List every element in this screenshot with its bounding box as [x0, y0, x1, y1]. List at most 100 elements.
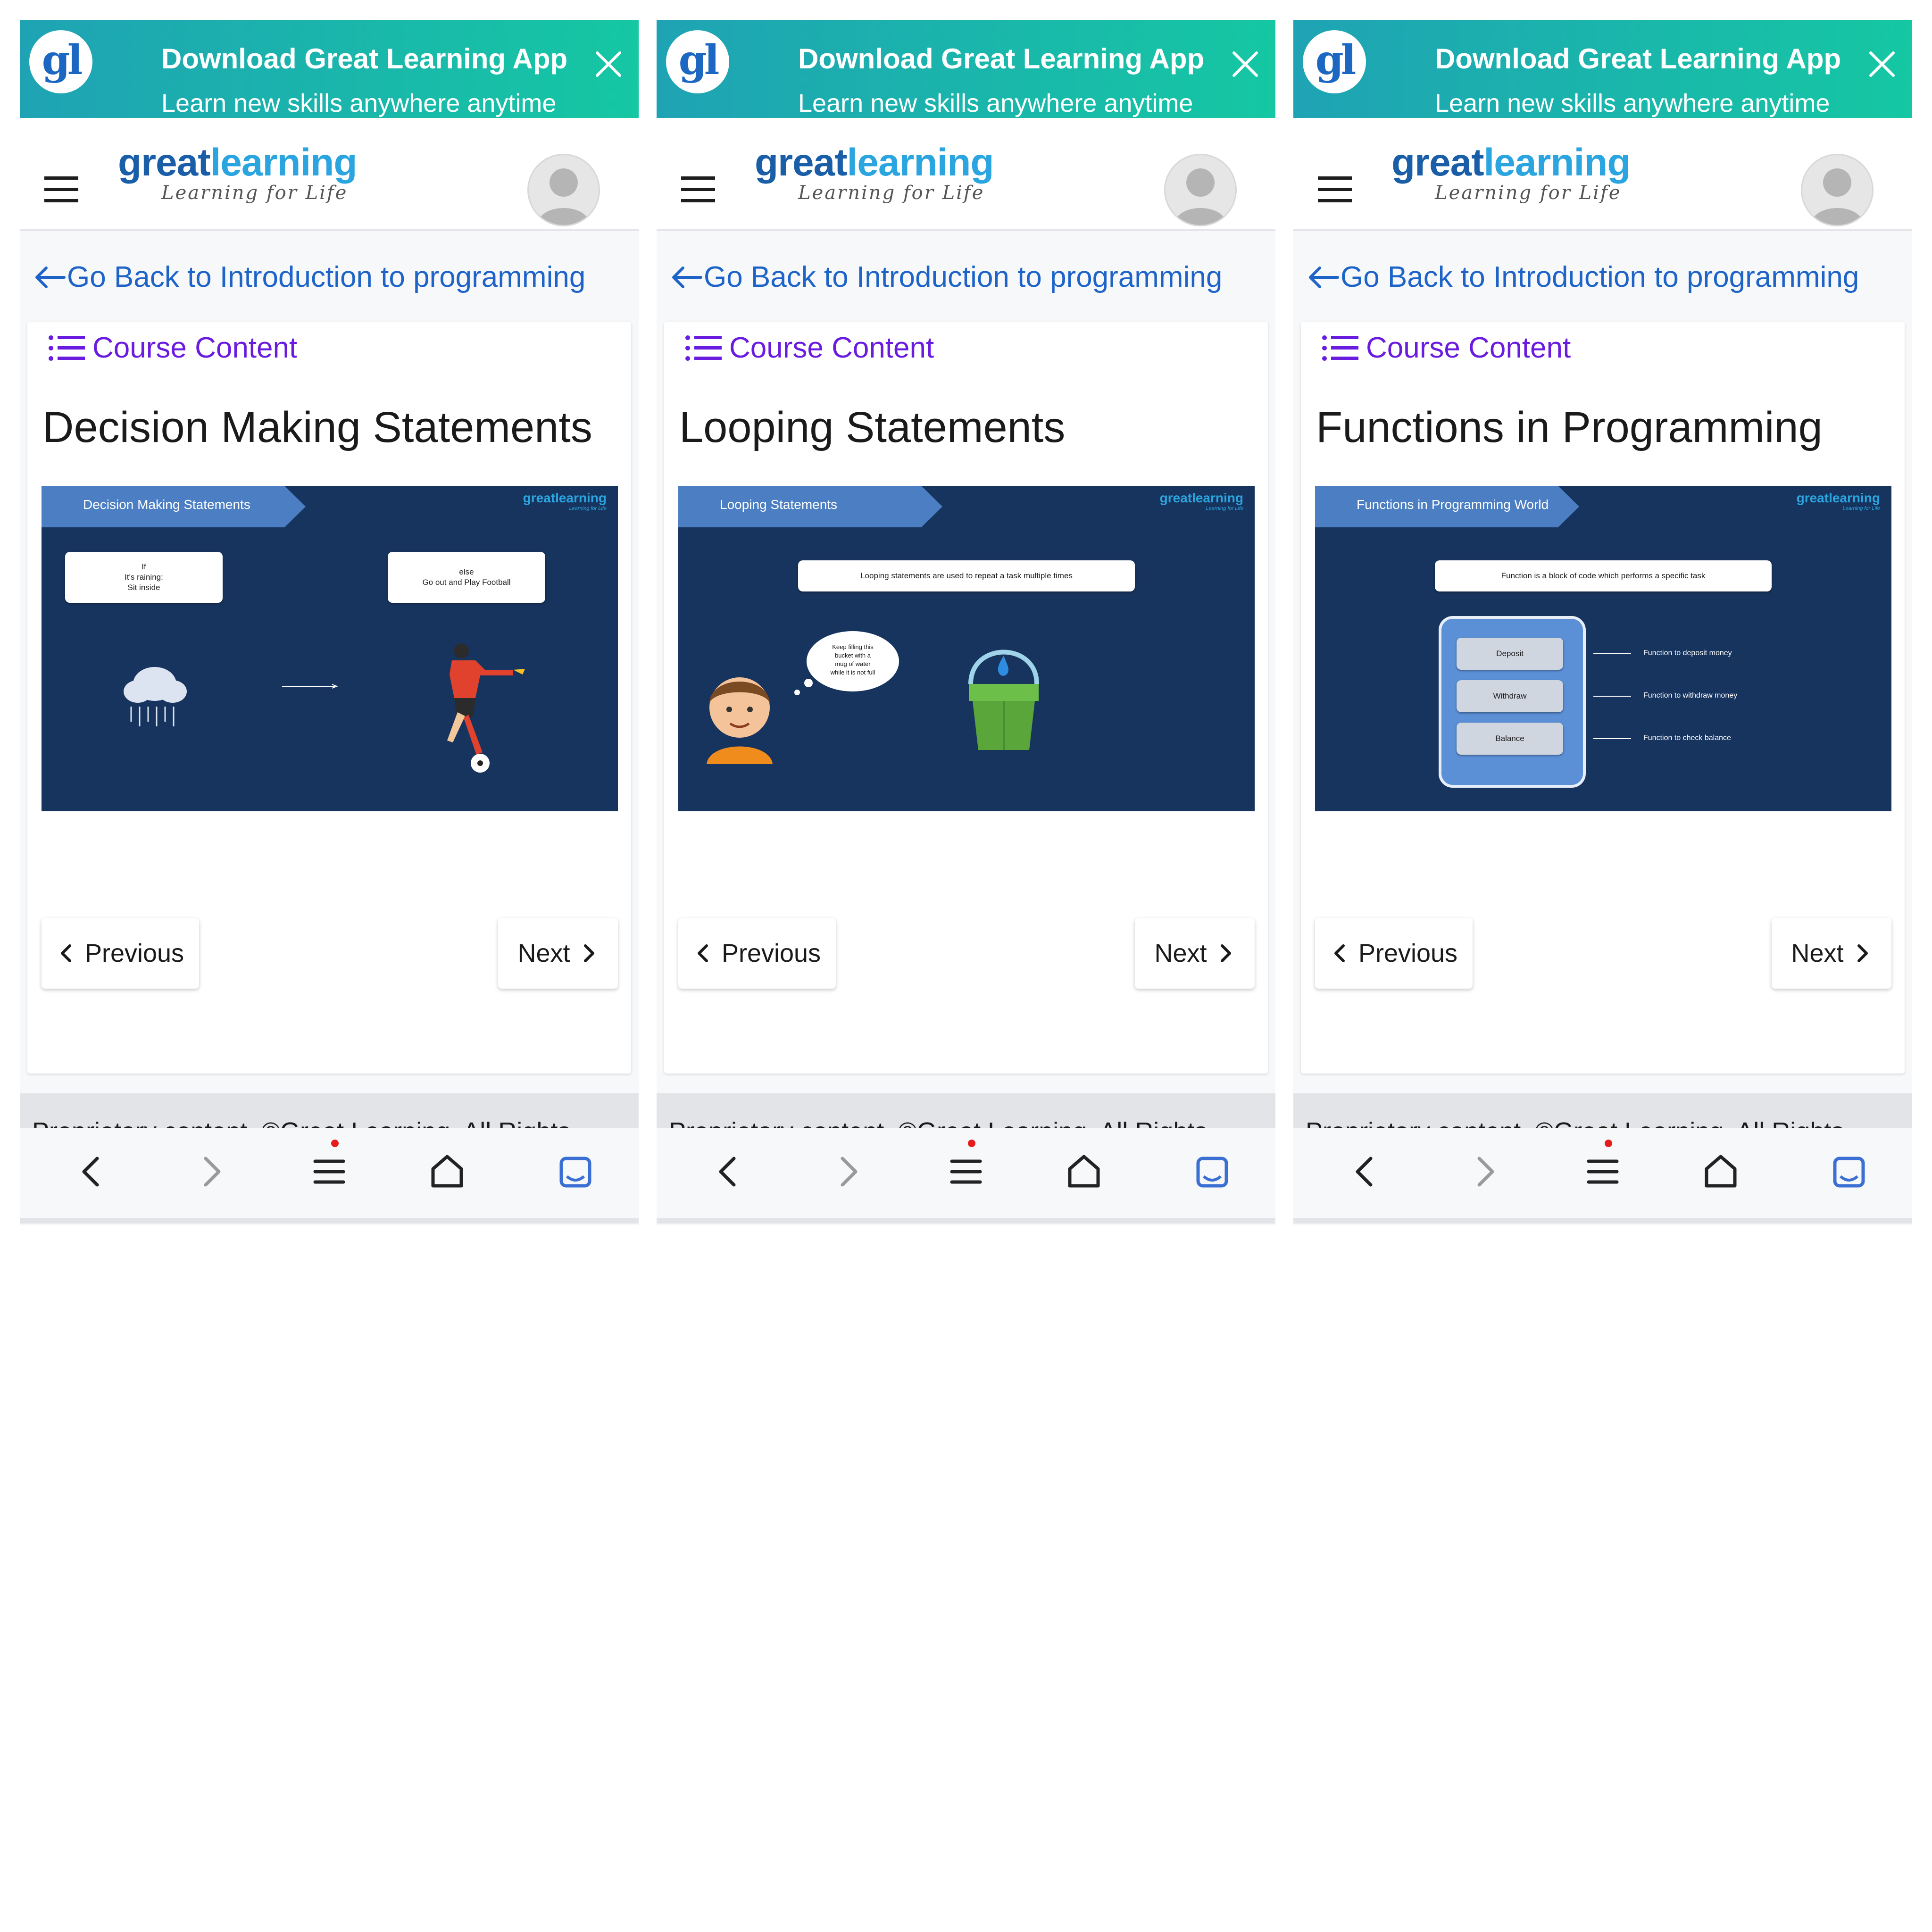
arrow-right-icon — [282, 684, 338, 689]
chevron-right-icon — [1857, 944, 1868, 962]
browser-toolbar — [657, 1128, 1275, 1224]
lesson-video-slide[interactable]: Functions in Programming World greatlear… — [1315, 486, 1891, 811]
course-content-link[interactable]: Course Content — [48, 331, 297, 365]
tabs-icon[interactable] — [1826, 1149, 1872, 1194]
lesson-video-slide[interactable]: Decision Making Statements greatlearning… — [42, 486, 618, 811]
site-header: greatlearning Learning for Life — [20, 118, 639, 231]
caption-box: Function is a block of code which perfor… — [1435, 560, 1772, 591]
chevron-right-icon — [583, 944, 594, 962]
notification-dot — [1605, 1140, 1612, 1147]
chevron-left-icon — [697, 944, 708, 962]
back-link-label: Go Back to Introduction to programming — [704, 261, 1223, 293]
back-link-label: Go Back to Introduction to programming — [1341, 261, 1859, 293]
slide-tab-text: Functions in Programming World — [1357, 497, 1549, 512]
browser-back-icon[interactable] — [707, 1149, 752, 1194]
slide-brand: greatlearning Learning for Life — [1796, 491, 1880, 511]
site-header: greatlearning Learning for Life — [657, 118, 1275, 231]
logo-learning: learning — [210, 141, 358, 184]
gl-app-logo: gl — [29, 30, 92, 93]
balance-description: Function to check balance — [1643, 734, 1731, 742]
phone-screen-1: gl Download Great Learning App Learn new… — [20, 20, 639, 1225]
browser-back-icon[interactable] — [1343, 1149, 1389, 1194]
rain-cloud-icon — [124, 667, 187, 726]
back-to-course-link[interactable]: Go Back to Introduction to programming — [670, 260, 1222, 294]
svg-text:Keep filling this: Keep filling this — [832, 643, 874, 650]
hamburger-icon[interactable] — [44, 176, 78, 203]
app-download-banner[interactable]: gl Download Great Learning App Learn new… — [20, 20, 639, 118]
tabs-icon[interactable] — [553, 1149, 598, 1194]
greatlearning-logo[interactable]: greatlearning Learning for Life — [755, 143, 994, 204]
banner-subtitle: Learn new skills anywhere anytime — [161, 89, 557, 117]
back-to-course-link[interactable]: Go Back to Introduction to programming — [1307, 260, 1859, 294]
browser-toolbar — [1293, 1128, 1912, 1224]
if-box: If It's raining: Sit inside — [65, 552, 223, 603]
banner-title: Download Great Learning App — [798, 43, 1205, 75]
svg-text:mug of water: mug of water — [835, 660, 871, 667]
logo-tagline: Learning for Life — [1435, 182, 1622, 204]
banner-subtitle: Learn new skills anywhere anytime — [798, 89, 1193, 117]
slide-tab-text: Decision Making Statements — [83, 497, 250, 512]
browser-menu-icon[interactable] — [307, 1149, 352, 1194]
course-content-label: Course Content — [1366, 332, 1571, 364]
lesson-card: Course Content Functions in Programming … — [1301, 322, 1905, 1074]
arrow-left-icon — [35, 266, 66, 288]
svg-text:bucket with a: bucket with a — [835, 652, 871, 659]
gl-app-logo: gl — [666, 30, 729, 93]
slide-brand: greatlearning Learning for Life — [523, 491, 607, 511]
next-button[interactable]: Next — [1135, 918, 1255, 989]
lesson-video-slide[interactable]: Looping Statements greatlearning Learning… — [678, 486, 1255, 811]
next-button[interactable]: Next — [1772, 918, 1891, 989]
browser-toolbar — [20, 1128, 639, 1224]
phone-screen-2: gl Download Great Learning App Learn new… — [657, 20, 1275, 1225]
connector-arrows — [1593, 653, 1631, 739]
notification-dot — [968, 1140, 975, 1147]
browser-menu-icon[interactable] — [1580, 1149, 1625, 1194]
course-content-link[interactable]: Course Content — [685, 331, 934, 365]
browser-back-icon[interactable] — [70, 1149, 115, 1194]
phone-screen-3: gl Download Great Learning App Learn new… — [1293, 20, 1912, 1225]
previous-button[interactable]: Previous — [678, 918, 836, 989]
browser-forward-icon[interactable] — [188, 1149, 233, 1194]
avatar-icon[interactable] — [527, 154, 600, 226]
next-button[interactable]: Next — [498, 918, 618, 989]
app-download-banner[interactable]: gl Download Great Learning App Learn new… — [1293, 20, 1912, 118]
browser-forward-icon[interactable] — [1461, 1149, 1507, 1194]
avatar-icon[interactable] — [1801, 154, 1874, 226]
close-icon[interactable] — [591, 46, 626, 82]
course-content-link[interactable]: Course Content — [1322, 331, 1571, 365]
next-label: Next — [517, 939, 570, 967]
close-icon[interactable] — [1864, 46, 1900, 82]
boy-avatar-icon — [707, 677, 773, 764]
logo-tagline: Learning for Life — [798, 182, 985, 204]
banner-title: Download Great Learning App — [1435, 43, 1841, 75]
app-download-banner[interactable]: gl Download Great Learning App Learn new… — [657, 20, 1275, 118]
home-icon[interactable] — [425, 1149, 470, 1194]
avatar-icon[interactable] — [1164, 154, 1237, 226]
previous-button[interactable]: Previous — [42, 918, 199, 989]
greatlearning-logo[interactable]: greatlearning Learning for Life — [118, 143, 357, 204]
home-icon[interactable] — [1061, 1149, 1107, 1194]
hamburger-icon[interactable] — [1318, 176, 1352, 203]
withdraw-box: Withdraw — [1457, 680, 1563, 712]
close-icon[interactable] — [1227, 46, 1263, 82]
home-icon[interactable] — [1698, 1149, 1743, 1194]
lesson-title: Looping Statements — [679, 403, 1066, 451]
lesson-card: Course Content Looping Statements Loopin… — [664, 322, 1268, 1074]
site-header: greatlearning Learning for Life — [1293, 118, 1912, 231]
deposit-description: Function to deposit money — [1643, 649, 1732, 657]
slide-brand: greatlearning Learning for Life — [1159, 491, 1243, 511]
back-to-course-link[interactable]: Go Back to Introduction to programming — [33, 260, 585, 294]
previous-button[interactable]: Previous — [1315, 918, 1473, 989]
else-box: else Go out and Play Football — [388, 552, 545, 603]
browser-menu-icon[interactable] — [943, 1149, 989, 1194]
football-player-icon — [447, 643, 525, 773]
greatlearning-logo[interactable]: greatlearning Learning for Life — [1391, 143, 1631, 204]
hamburger-icon[interactable] — [681, 176, 715, 203]
list-icon — [685, 335, 722, 361]
next-label: Next — [1791, 939, 1844, 967]
tabs-icon[interactable] — [1190, 1149, 1235, 1194]
browser-forward-icon[interactable] — [824, 1149, 870, 1194]
banner-subtitle: Learn new skills anywhere anytime — [1435, 89, 1830, 117]
caption-box: Looping statements are used to repeat a … — [798, 560, 1135, 591]
balance-box: Balance — [1457, 723, 1563, 755]
